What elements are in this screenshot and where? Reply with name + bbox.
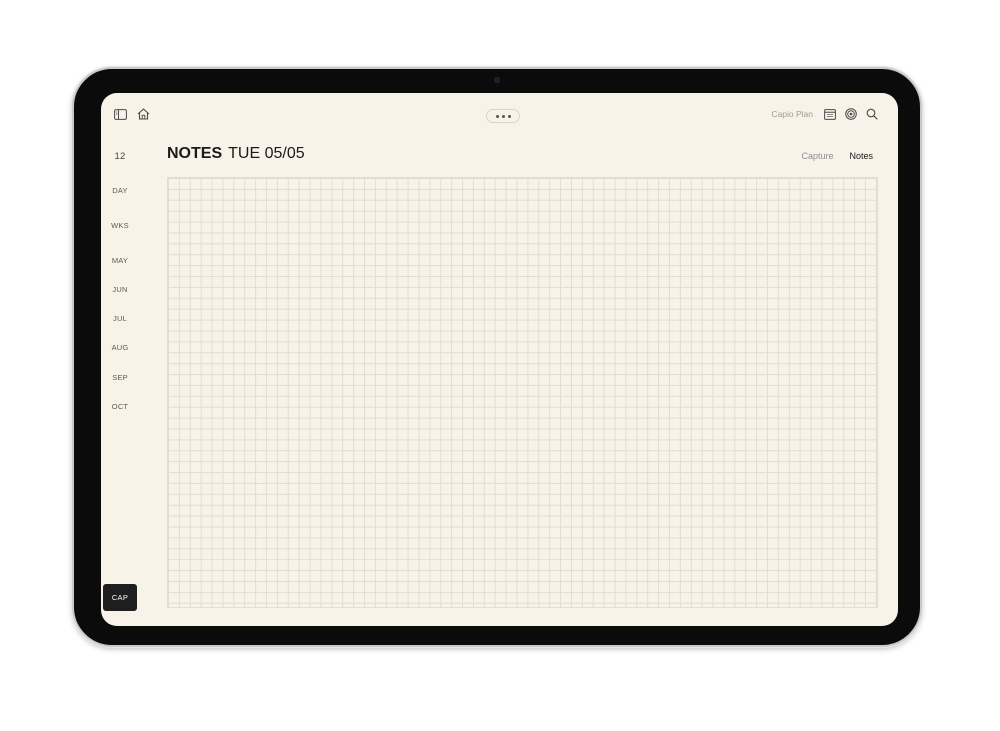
search-icon[interactable] [866,108,878,120]
notes-grid-canvas[interactable] [167,177,878,608]
sidebar-item-oct[interactable]: OCT [101,402,139,411]
view-tabs: Capture Notes [801,151,873,161]
capture-button[interactable]: CAP [103,584,137,611]
sidebar: 12 DAY WKS MAY JUN JUL AUG SEP OCT CAP [101,93,139,626]
front-camera [494,77,500,83]
sidebar-item-may[interactable]: MAY [101,256,139,265]
target-icon[interactable] [845,108,857,120]
tab-capture[interactable]: Capture [801,151,833,161]
page-title: NOTES [167,145,223,162]
sidebar-item-day[interactable]: DAY [101,186,139,195]
sidebar-item-jun[interactable]: JUN [101,285,139,294]
page-header: NOTES TUE 05/05 [167,145,305,163]
topbar-right: Capio Plan [771,108,878,120]
sidebar-item-sep[interactable]: SEP [101,373,139,382]
sidebar-item-jul[interactable]: JUL [101,314,139,323]
sidebar-item-aug[interactable]: AUG [101,343,139,352]
plan-label[interactable]: Capio Plan [771,109,813,119]
page-date: TUE 05/05 [228,145,305,162]
tab-notes[interactable]: Notes [849,151,873,161]
more-icon[interactable] [486,109,520,123]
sidebar-day-number[interactable]: 12 [101,151,139,162]
tablet-device: Capio Plan 12 DAY WKS MAY JUN JUL AUG SE… [72,67,922,647]
sidebar-item-wks[interactable]: WKS [101,221,139,230]
calendar-icon[interactable] [824,108,836,120]
app-screen: Capio Plan 12 DAY WKS MAY JUN JUL AUG SE… [101,93,898,626]
